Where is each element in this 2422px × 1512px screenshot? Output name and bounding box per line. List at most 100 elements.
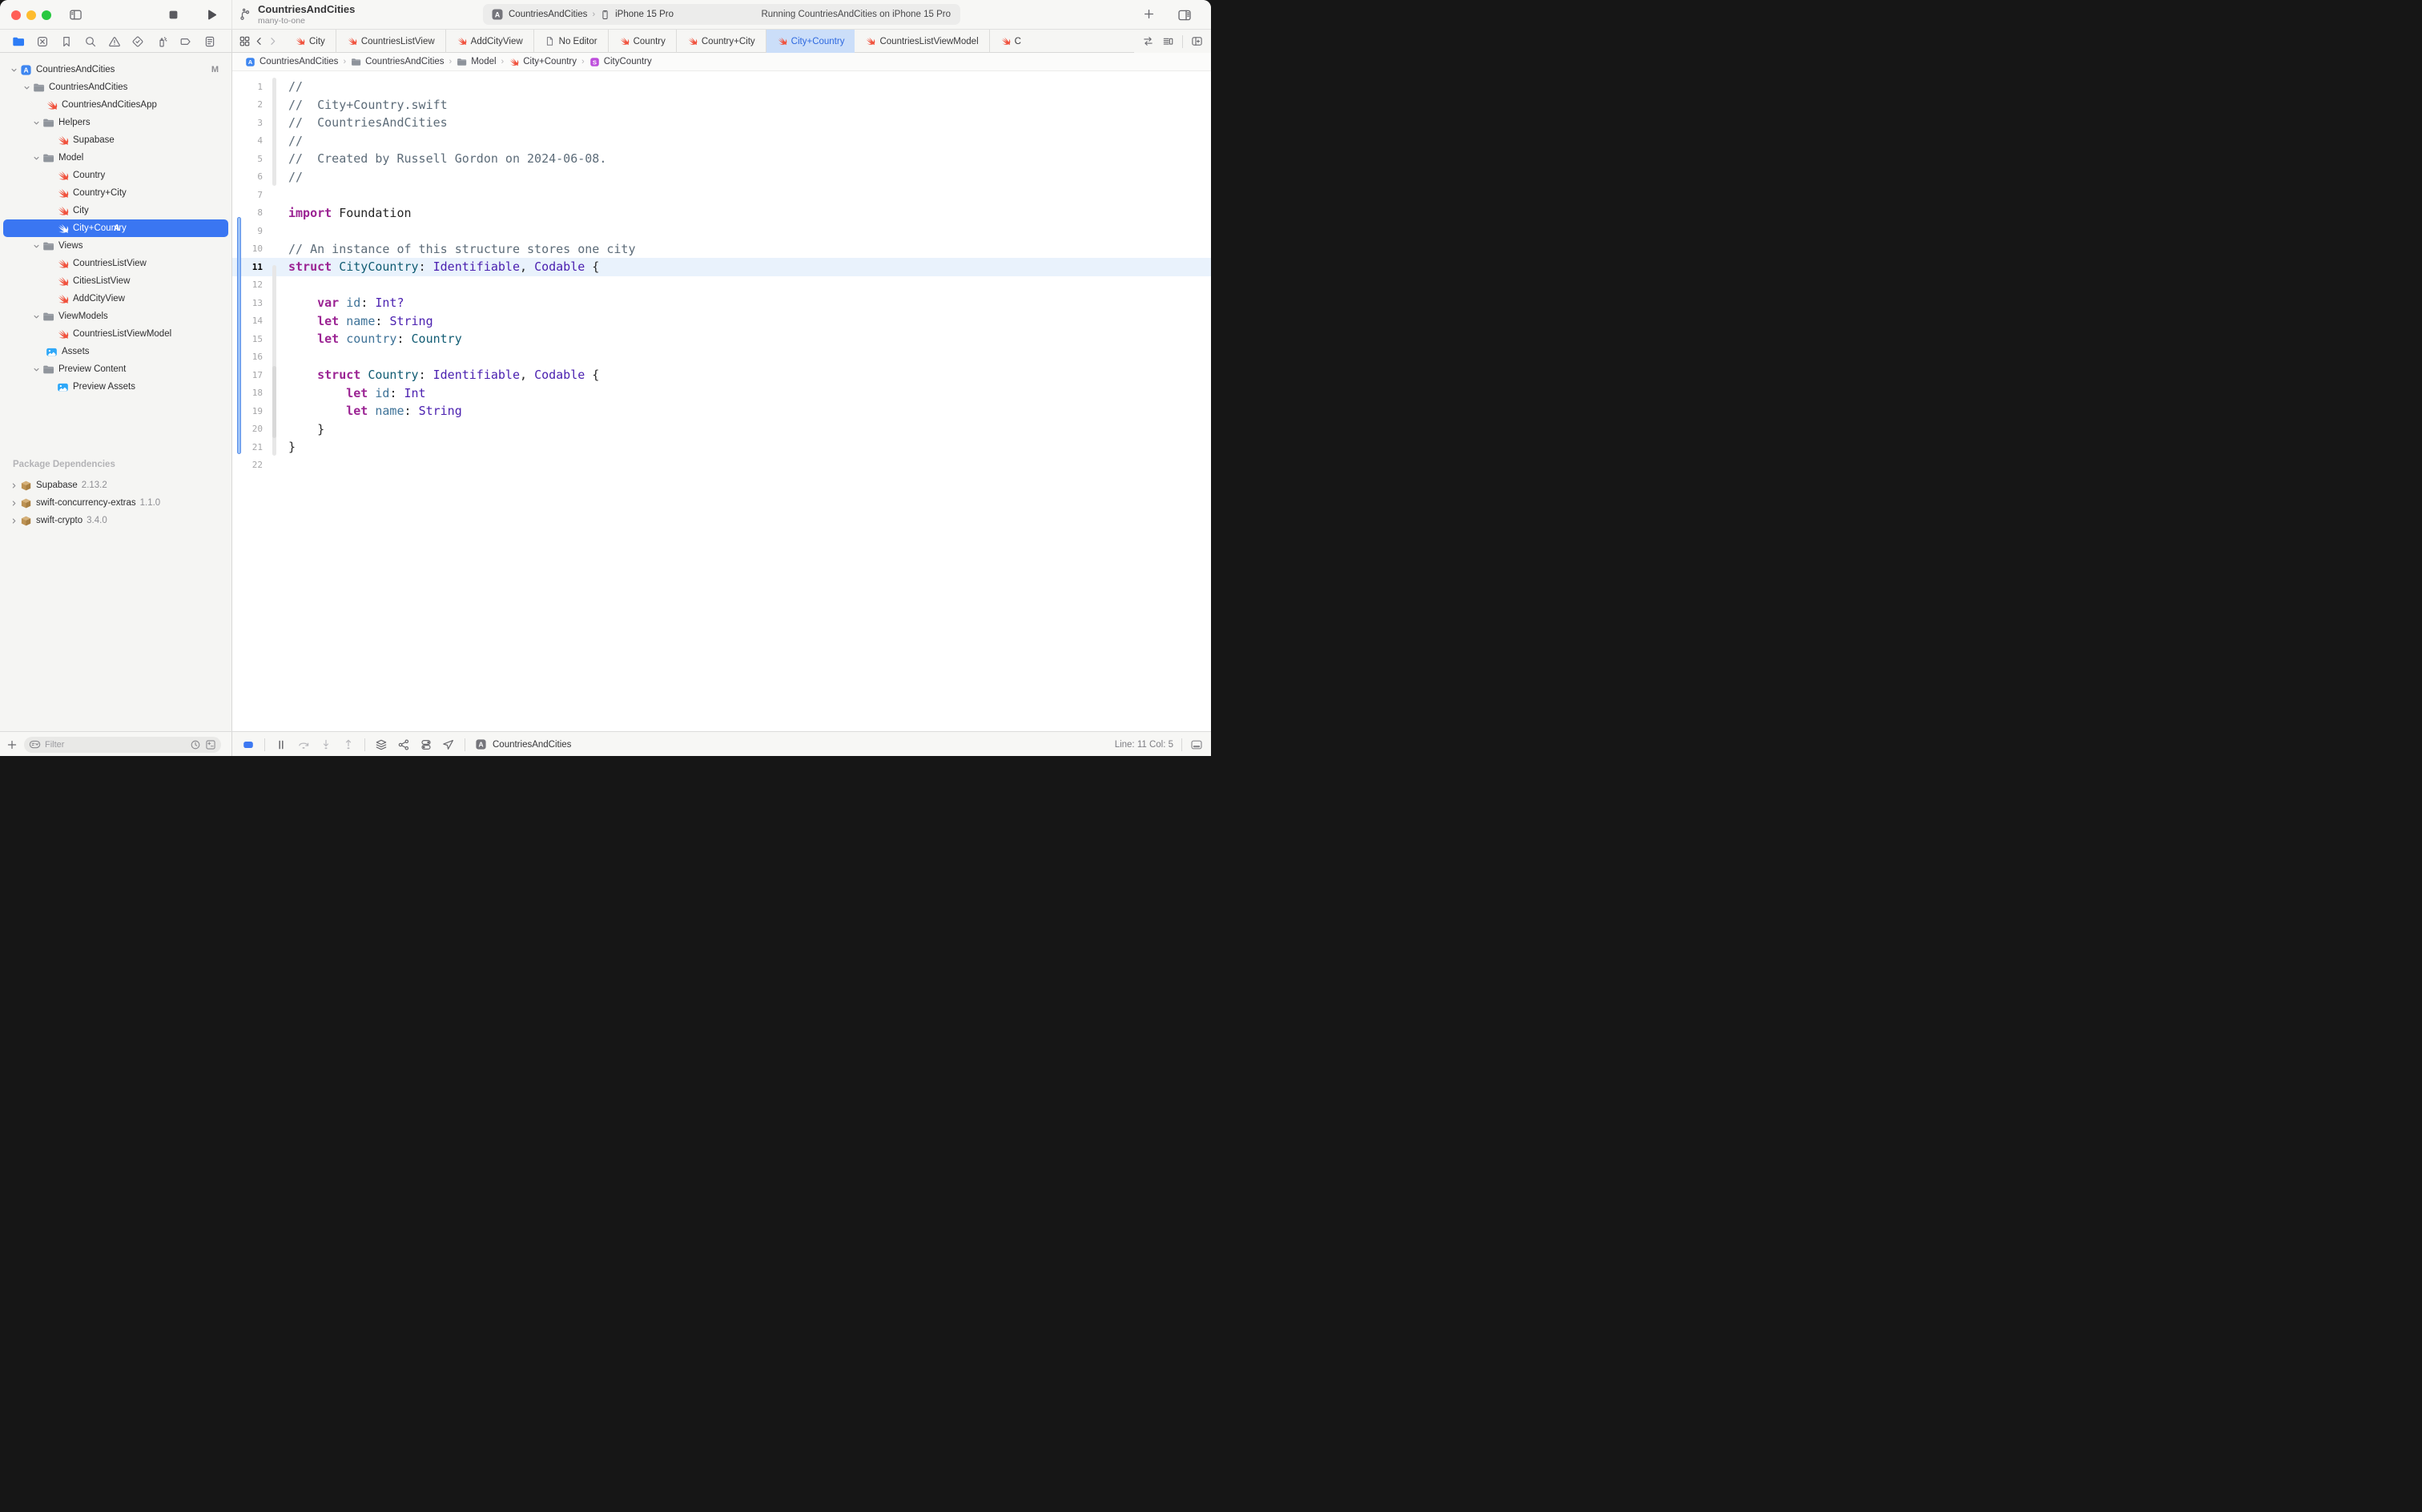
chevron-right-icon[interactable] <box>8 481 19 490</box>
sidebar-item-countriesandcities[interactable]: CountriesAndCities <box>0 78 231 96</box>
chevron-down-icon[interactable] <box>30 312 42 321</box>
sidebar-item-citieslistview[interactable]: CitiesListView <box>0 272 231 290</box>
code-line-6[interactable]: 6// <box>232 168 1211 187</box>
chevron-down-icon[interactable] <box>30 154 42 163</box>
code-line-21[interactable]: 21} <box>232 438 1211 456</box>
sidebar-item-countrieslistviewmodel[interactable]: CountriesListViewModel <box>0 325 231 343</box>
code-lines[interactable]: 1//2// City+Country.swift3// CountriesAn… <box>232 78 1211 474</box>
code-line-8[interactable]: 8import Foundation <box>232 204 1211 223</box>
sidebar-item-model[interactable]: Model <box>0 149 231 167</box>
code-line-18[interactable]: 18 let id: Int <box>232 384 1211 403</box>
step-over-icon[interactable] <box>297 738 310 751</box>
add-editor-icon[interactable] <box>1191 35 1203 47</box>
chevron-down-icon[interactable] <box>21 83 32 92</box>
code-line-11[interactable]: 11struct CityCountry: Identifiable, Coda… <box>232 258 1211 276</box>
chevron-down-icon[interactable] <box>30 119 42 127</box>
navigator-tab-tests-icon[interactable] <box>131 34 145 49</box>
view-hierarchy-icon[interactable] <box>375 738 388 751</box>
sidebar-item-preview-assets[interactable]: Preview Assets <box>0 378 231 396</box>
package-item-supabase[interactable]: Supabase2.13.2 <box>0 477 231 494</box>
sidebar-item-preview-content[interactable]: Preview Content <box>0 360 231 378</box>
recent-files-icon[interactable] <box>190 739 201 750</box>
code-line-22[interactable]: 22 <box>232 456 1211 475</box>
sidebar-item-countrieslistview[interactable]: CountriesListView <box>0 255 231 272</box>
stop-button[interactable] <box>167 8 180 24</box>
tab-country[interactable]: Country <box>609 30 677 53</box>
chevron-down-icon[interactable] <box>30 365 42 374</box>
sidebar-item-countriesandcities[interactable]: ACountriesAndCitiesM <box>0 61 231 78</box>
breadcrumb-item[interactable]: Model <box>457 57 496 67</box>
run-button[interactable] <box>204 8 218 24</box>
running-app-indicator[interactable]: ACountriesAndCities <box>475 738 571 750</box>
code-line-2[interactable]: 2// City+Country.swift <box>232 96 1211 115</box>
environment-overrides-icon[interactable] <box>420 738 432 751</box>
code-line-17[interactable]: 17 struct Country: Identifiable, Codable… <box>232 366 1211 384</box>
chevron-down-icon[interactable] <box>30 242 42 251</box>
tab-c[interactable]: C <box>990 30 1030 53</box>
breadcrumb-item[interactable]: CountriesAndCities <box>351 57 444 67</box>
navigator-tab-source-control-icon[interactable] <box>35 34 50 49</box>
package-item-swift-concurrency-extras[interactable]: swift-concurrency-extras1.1.0 <box>0 494 231 512</box>
sidebar-item-countriesandcitiesapp[interactable]: CountriesAndCitiesApp <box>0 96 231 114</box>
toggle-inspector-icon[interactable] <box>1177 8 1192 25</box>
tab-city[interactable]: City <box>284 30 336 53</box>
scheme-destination-label[interactable]: iPhone 15 Pro <box>615 10 674 19</box>
code-line-10[interactable]: 10// An instance of this structure store… <box>232 240 1211 259</box>
package-item-swift-crypto[interactable]: swift-crypto3.4.0 <box>0 512 231 529</box>
code-line-13[interactable]: 13 var id: Int? <box>232 294 1211 312</box>
minimize-window-button[interactable] <box>26 10 36 20</box>
code-line-14[interactable]: 14 let name: String <box>232 312 1211 331</box>
step-into-icon[interactable] <box>320 738 332 751</box>
code-line-16[interactable]: 16 <box>232 348 1211 367</box>
navigator-tab-find-icon[interactable] <box>83 34 98 49</box>
code-line-3[interactable]: 3// CountriesAndCities <box>232 114 1211 132</box>
sidebar-item-assets[interactable]: Assets <box>0 343 231 360</box>
sidebar-item-country[interactable]: Country <box>0 167 231 184</box>
toggle-navigator-icon[interactable] <box>69 8 82 24</box>
breadcrumb-item[interactable]: ACountriesAndCities <box>245 57 338 67</box>
related-items-icon[interactable] <box>239 35 251 47</box>
sidebar-item-city-country[interactable]: City+CountryA <box>0 219 231 237</box>
tab-city-country[interactable]: City+Country <box>766 30 855 53</box>
navigator-tab-issues-icon[interactable] <box>107 34 122 49</box>
filter-field[interactable]: Filter <box>24 737 221 753</box>
sidebar-item-supabase[interactable]: Supabase <box>0 131 231 149</box>
add-file-icon[interactable] <box>6 739 18 750</box>
code-line-9[interactable]: 9 <box>232 222 1211 240</box>
sidebar-item-city[interactable]: City <box>0 202 231 219</box>
tab-countrieslistviewmodel[interactable]: CountriesListViewModel <box>855 30 989 53</box>
filter-options-icon[interactable] <box>29 738 41 750</box>
tab-country-city[interactable]: Country+City <box>677 30 766 53</box>
editor-options-icon[interactable] <box>1162 35 1174 47</box>
code-line-15[interactable]: 15 let country: Country <box>232 330 1211 348</box>
navigator-tab-bookmarks-icon[interactable] <box>59 34 74 49</box>
sidebar-item-helpers[interactable]: Helpers <box>0 114 231 131</box>
memory-graph-icon[interactable] <box>397 738 410 751</box>
simulate-location-icon[interactable] <box>442 738 455 751</box>
library-add-icon[interactable] <box>1143 8 1155 22</box>
tab-no-editor[interactable]: No Editor <box>534 30 609 53</box>
code-line-4[interactable]: 4// <box>232 132 1211 151</box>
breadcrumb-item[interactable]: SCityCountry <box>589 57 652 67</box>
navigator-tab-reports-icon[interactable] <box>203 34 217 49</box>
zoom-window-button[interactable] <box>42 10 51 20</box>
code-line-12[interactable]: 12 <box>232 276 1211 295</box>
sidebar-item-viewmodels[interactable]: ViewModels <box>0 308 231 325</box>
scheme-project-label[interactable]: CountriesAndCities <box>509 10 587 19</box>
toggle-debug-area-icon[interactable] <box>1190 738 1203 751</box>
code-line-5[interactable]: 5// Created by Russell Gordon on 2024-06… <box>232 150 1211 168</box>
navigator-tab-breakpoints-icon[interactable] <box>179 34 193 49</box>
go-forward-icon[interactable] <box>268 36 278 46</box>
step-out-icon[interactable] <box>342 738 355 751</box>
scheme-selector[interactable]: A CountriesAndCities › iPhone 15 Pro Run… <box>483 4 960 25</box>
code-line-19[interactable]: 19 let name: String <box>232 402 1211 420</box>
code-line-1[interactable]: 1// <box>232 78 1211 96</box>
chevron-right-icon[interactable] <box>8 499 19 508</box>
breadcrumb-item[interactable]: City+Country <box>509 57 577 67</box>
navigator-tab-project-icon[interactable] <box>11 34 26 49</box>
code-line-7[interactable]: 7 <box>232 186 1211 204</box>
code-review-icon[interactable] <box>1142 35 1154 47</box>
source-editor[interactable]: 1//2// City+Country.swift3// CountriesAn… <box>232 71 1211 731</box>
sidebar-item-views[interactable]: Views <box>0 237 231 255</box>
tab-countrieslistview[interactable]: CountriesListView <box>336 30 446 53</box>
